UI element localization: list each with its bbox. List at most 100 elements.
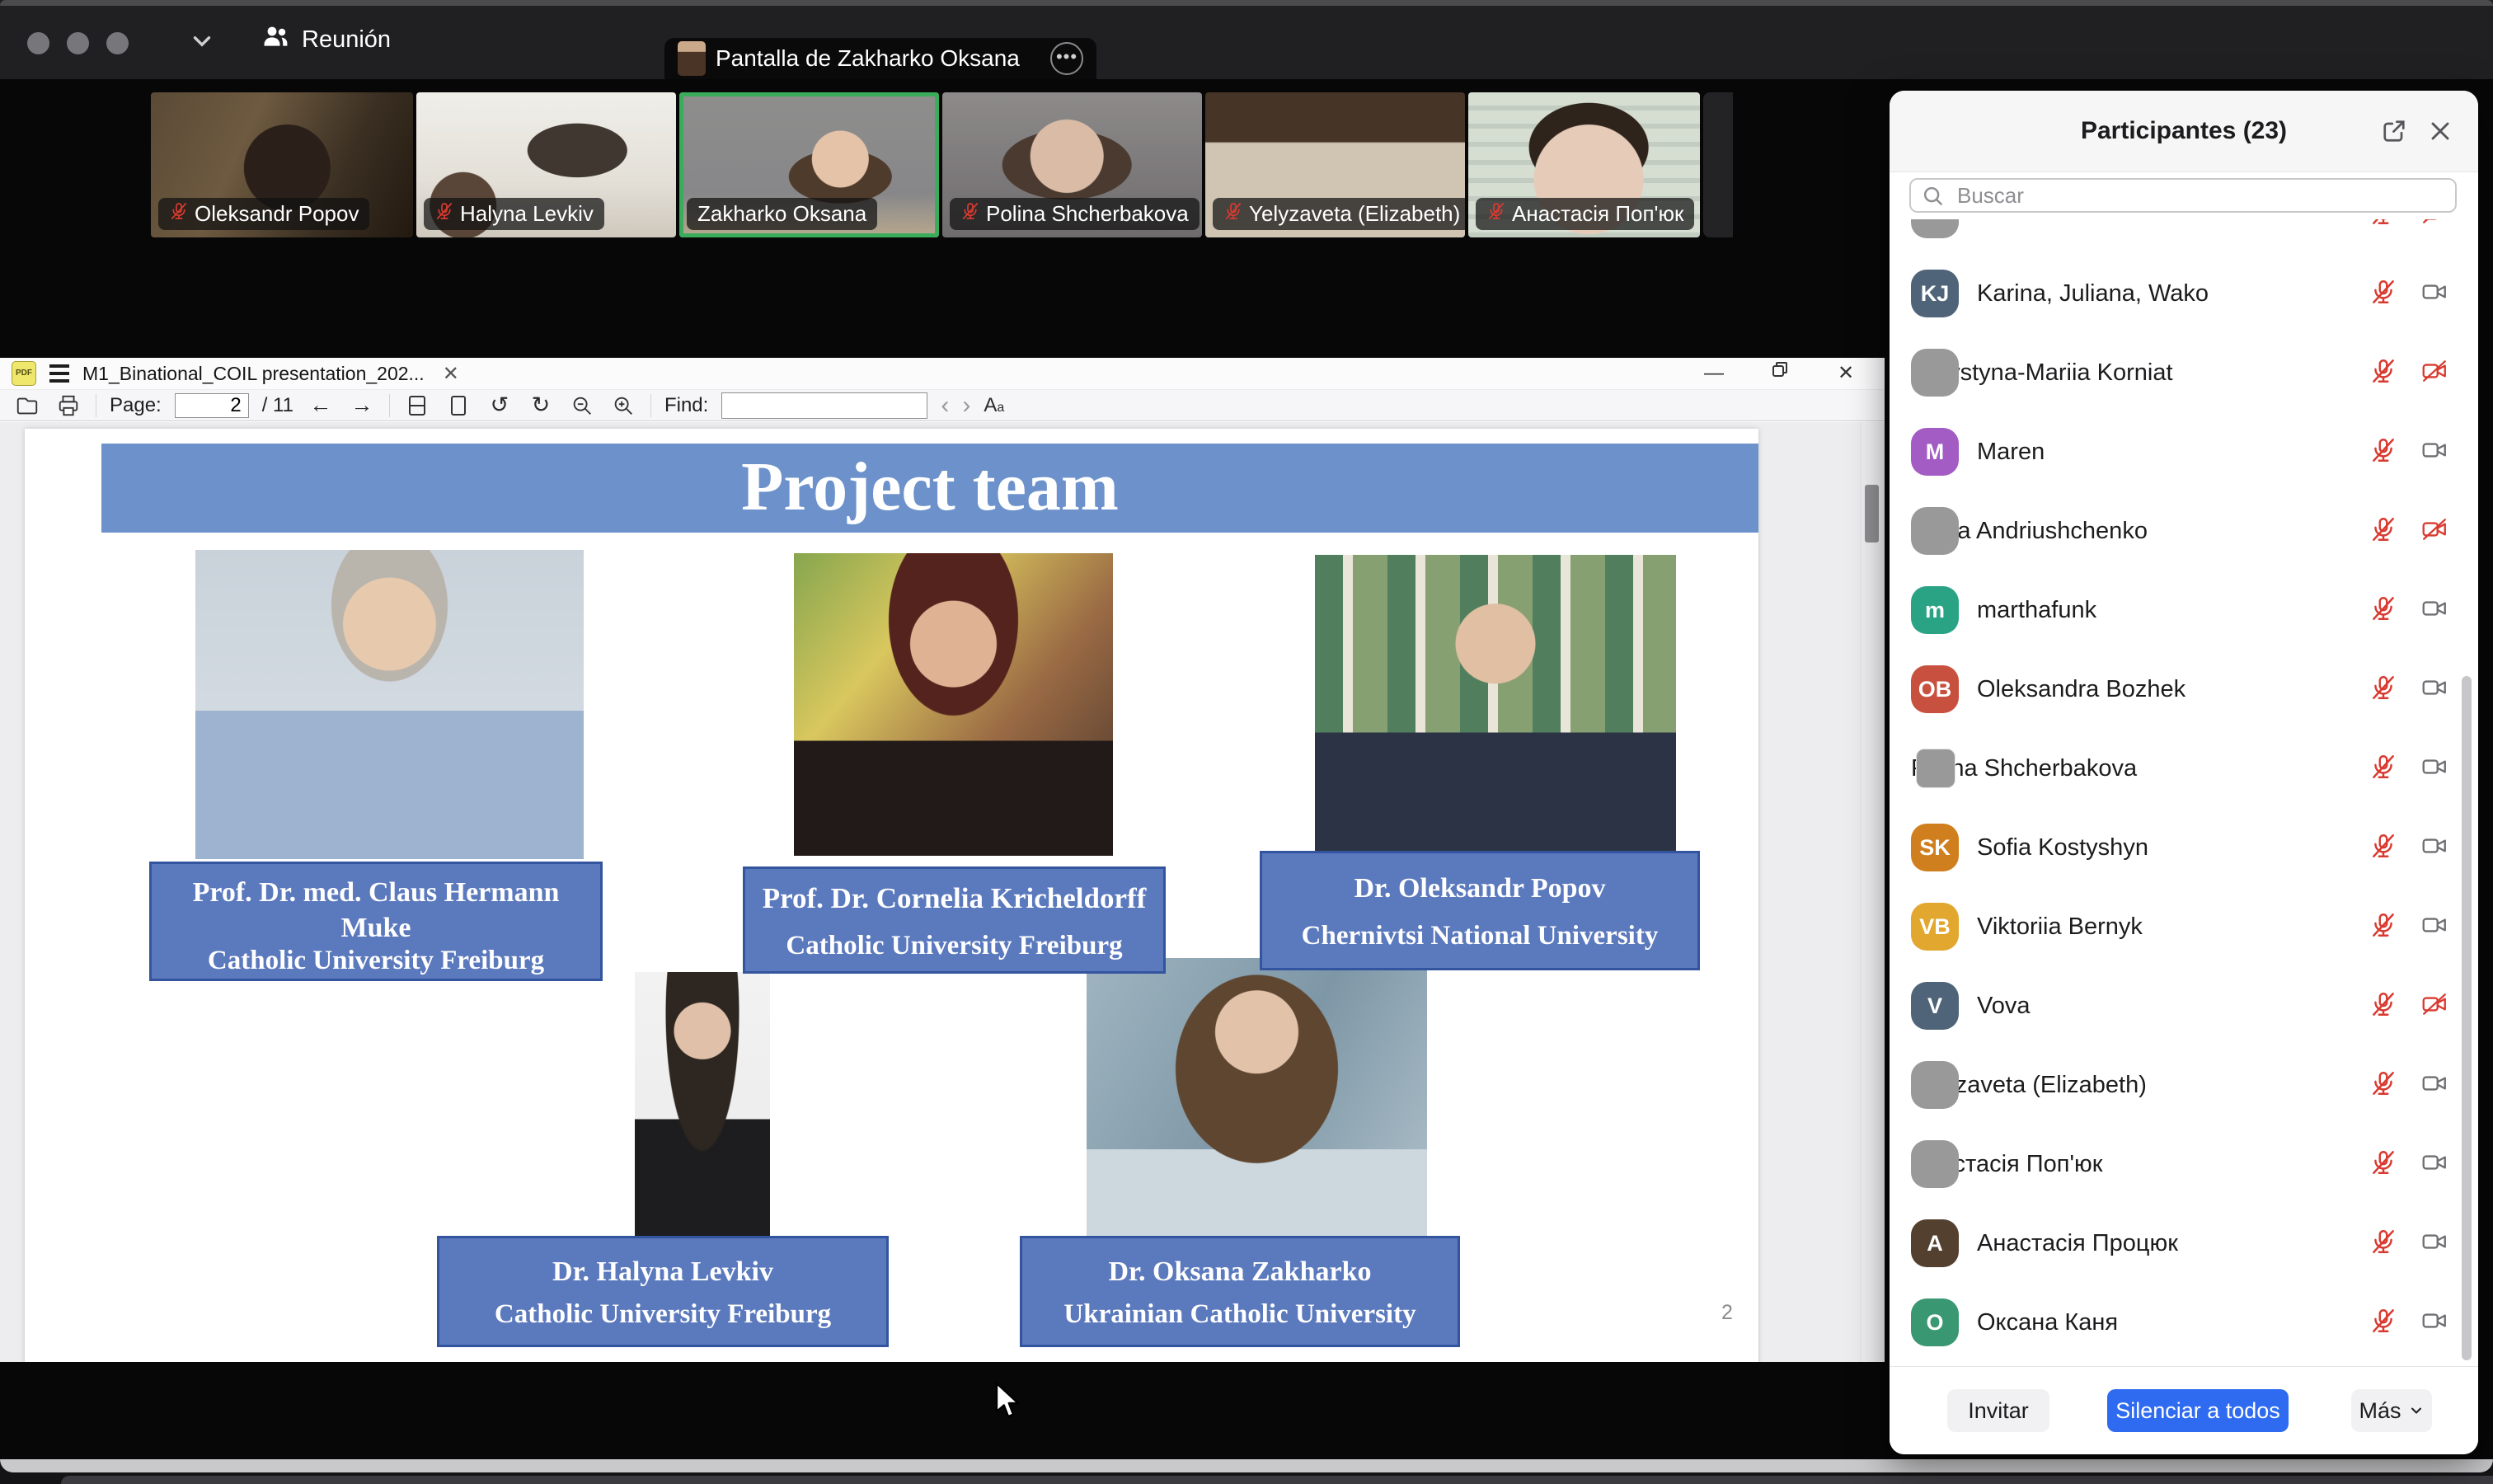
find-prev-icon[interactable]: ‹ xyxy=(941,392,949,420)
participants-list: KJKarina, Juliana, WakoKhrystyna-Mariia … xyxy=(1890,219,2478,1367)
participant-status-icons xyxy=(2369,1069,2448,1101)
participant-row[interactable]: VVova xyxy=(1890,966,2478,1045)
pdf-tab-close-icon[interactable]: ✕ xyxy=(443,362,459,386)
mouse-cursor xyxy=(993,1382,1026,1424)
prev-page-icon[interactable]: ← xyxy=(307,392,335,419)
facing-pages-icon[interactable] xyxy=(403,392,431,419)
invite-button[interactable]: Invitar xyxy=(1947,1389,2049,1432)
rotate-right-icon[interactable]: ↻ xyxy=(527,392,555,419)
member-photo-oksana xyxy=(1087,958,1427,1266)
video-name-label: Zakharko Oksana xyxy=(687,198,877,230)
video-name-label: Polina Shcherbakova xyxy=(950,198,1200,230)
zoom-in-icon[interactable] xyxy=(609,392,637,419)
team-member-box: Dr. Oleksandr Popov Chernivtsi National … xyxy=(1260,851,1700,970)
video-name-label: Oleksandr Popov xyxy=(158,198,369,230)
video-participant-name: Halyna Levkiv xyxy=(460,201,594,227)
minimize-icon[interactable]: — xyxy=(1695,359,1733,387)
participants-header: Participantes (23) xyxy=(1890,91,2478,172)
window-zoom-dot[interactable] xyxy=(106,32,129,54)
find-label: Find: xyxy=(664,394,708,417)
window-close-dot[interactable] xyxy=(27,32,49,54)
avatar: m xyxy=(1911,586,1959,634)
muted-mic-icon xyxy=(1486,201,1506,227)
camera-on-icon xyxy=(2420,594,2448,627)
find-input[interactable] xyxy=(721,392,927,419)
mute-all-button[interactable]: Silenciar a todos xyxy=(2107,1389,2289,1432)
muted-mic-icon xyxy=(2369,753,2397,785)
restore-icon[interactable] xyxy=(1761,359,1799,387)
chevron-down-icon[interactable] xyxy=(188,27,216,59)
open-folder-icon[interactable] xyxy=(13,392,41,419)
close-icon[interactable] xyxy=(2425,116,2455,146)
camera-on-icon xyxy=(2420,1307,2448,1339)
window-minimize-dot[interactable] xyxy=(67,32,89,54)
participant-name: Оксана Каня xyxy=(1977,1309,2118,1336)
avatar: OB xyxy=(1911,665,1959,713)
pdf-scrollbar-thumb[interactable] xyxy=(1865,485,1879,542)
page-number-input[interactable] xyxy=(175,393,249,418)
participant-row[interactable]: m marthafunk xyxy=(1890,571,2478,650)
video-tile[interactable]: Yelyzaveta (Elizabeth) xyxy=(1205,92,1465,237)
camera-on-icon xyxy=(2420,1228,2448,1260)
pdf-document-area: Project team Prof. Dr. med. Claus Herman… xyxy=(0,422,1885,1362)
pop-out-icon[interactable] xyxy=(2379,116,2409,146)
chevron-down-icon xyxy=(2408,1402,2425,1419)
pdf-window-controls: — ✕ xyxy=(1695,359,1865,387)
participant-name: Maren xyxy=(1977,439,2045,466)
video-tile[interactable]: Polina Shcherbakova xyxy=(942,92,1202,237)
more-button[interactable]: Más xyxy=(2351,1389,2432,1432)
avatar: SK xyxy=(1911,824,1959,871)
close-icon[interactable]: ✕ xyxy=(1827,359,1865,387)
participant-status-icons xyxy=(2369,515,2448,547)
muted-mic-icon xyxy=(2369,1069,2397,1101)
muted-mic-icon xyxy=(2369,436,2397,468)
pdf-scrollbar[interactable] xyxy=(1861,422,1883,1362)
participant-row[interactable]: Yelyzaveta (Elizabeth) xyxy=(1890,1045,2478,1125)
participant-row[interactable] xyxy=(1890,219,2478,254)
participant-row[interactable]: Polina Shcherbakova xyxy=(1890,729,2478,808)
avatar xyxy=(1911,1061,1959,1109)
zoom-out-icon[interactable] xyxy=(568,392,596,419)
participant-row[interactable]: SKSofia Kostyshyn xyxy=(1890,808,2478,887)
video-tile[interactable]: Halyna Levkiv xyxy=(416,92,676,237)
camera-on-icon xyxy=(2420,1069,2448,1101)
participant-row[interactable]: VBViktoriia Bernyk xyxy=(1890,887,2478,966)
participant-row[interactable]: OBOleksandra Bozhek xyxy=(1890,650,2478,729)
avatar xyxy=(1911,349,1959,397)
member-photo-claus xyxy=(195,550,584,859)
rotate-left-icon[interactable]: ↺ xyxy=(486,392,514,419)
participant-row[interactable]: Maria Andriushchenko xyxy=(1890,491,2478,571)
tab-meeting[interactable]: Reunión xyxy=(261,13,391,66)
video-tile[interactable]: Oleksandr Popov xyxy=(151,92,413,237)
people-icon xyxy=(261,21,290,58)
participant-status-icons xyxy=(2369,219,2448,231)
single-page-icon[interactable] xyxy=(444,392,472,419)
slide-title-banner: Project team xyxy=(101,444,1758,533)
match-case-icon[interactable]: Aa xyxy=(984,394,1004,417)
video-name-label: Анастасія Поп'юк xyxy=(1476,198,1694,230)
print-icon[interactable] xyxy=(54,392,82,419)
participant-row[interactable]: O Оксана Каня xyxy=(1890,1283,2478,1362)
tab-screen-share[interactable]: Pantalla de Zakharko Oksana ••• xyxy=(664,38,1096,79)
avatar: M xyxy=(1911,428,1959,476)
menu-icon[interactable] xyxy=(49,364,69,383)
search-input[interactable] xyxy=(1909,178,2457,213)
video-tile[interactable]: Zakharko Oksana xyxy=(679,92,939,237)
participant-row[interactable]: AАнастасія Процюк xyxy=(1890,1204,2478,1283)
participant-row[interactable]: M Maren xyxy=(1890,412,2478,491)
participant-status-icons xyxy=(2369,357,2448,389)
next-page-icon[interactable]: → xyxy=(348,392,376,419)
avatar: O xyxy=(1911,1298,1959,1346)
find-next-icon[interactable]: › xyxy=(962,392,970,420)
participant-row[interactable]: KJKarina, Juliana, Wako xyxy=(1890,254,2478,333)
video-tile[interactable]: Анастасія Поп'юк xyxy=(1468,92,1700,237)
participant-name: marthafunk xyxy=(1977,597,2096,624)
search-icon xyxy=(1921,184,1946,213)
participant-row[interactable]: Khrystyna-Mariia Korniat xyxy=(1890,333,2478,412)
participant-row[interactable]: Анастасія Поп'юк xyxy=(1890,1125,2478,1204)
participants-scrollbar-thumb[interactable] xyxy=(2462,676,2472,1360)
ellipsis-icon[interactable]: ••• xyxy=(1050,42,1083,75)
muted-mic-icon xyxy=(960,201,980,227)
muted-mic-icon xyxy=(2369,1228,2397,1260)
pdf-tab-bar: PDF M1_Binational_COIL presentation_202.… xyxy=(0,358,1885,389)
